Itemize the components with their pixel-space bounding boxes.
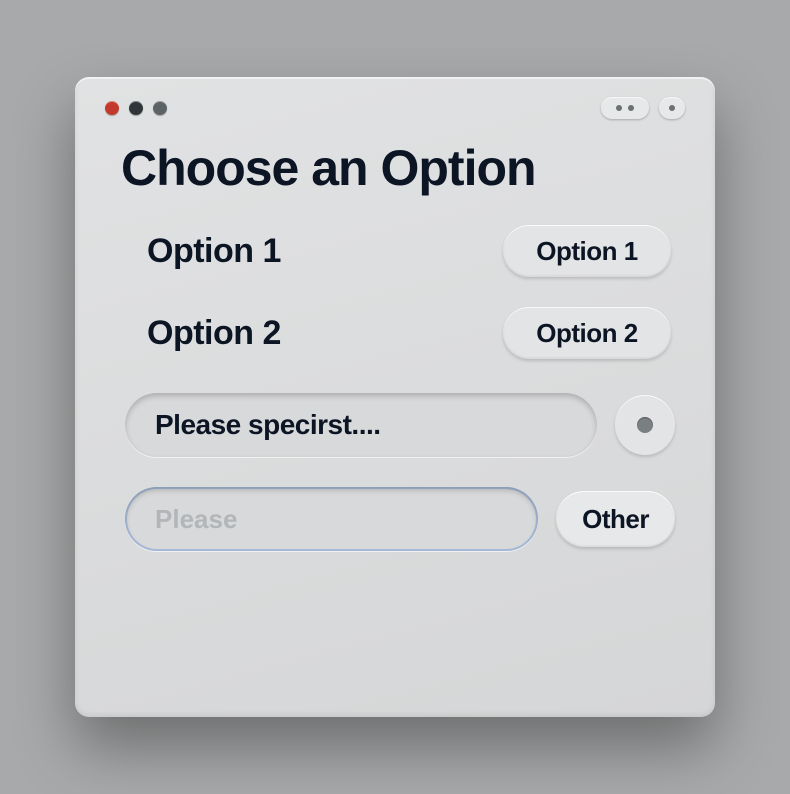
dot-icon [616,105,622,111]
dialog-window: Choose an Option Option 1 Option 1 Optio… [75,77,715,717]
content-area: Choose an Option Option 1 Option 1 Optio… [103,133,687,551]
other-row: Other [125,487,677,551]
option-row-2: Option 2 Option 2 [147,307,671,359]
option-row-1: Option 1 Option 1 [147,225,671,277]
minimize-icon[interactable] [129,101,143,115]
options-list: Option 1 Option 1 Option 2 Option 2 [125,225,677,359]
dot-icon [628,105,634,111]
close-icon[interactable] [105,101,119,115]
radio-dot-icon [637,417,653,433]
titlebar-button[interactable] [659,97,685,119]
option-1-button[interactable]: Option 1 [503,225,671,277]
option-2-label: Option 2 [147,314,281,353]
window-controls [105,101,167,115]
maximize-icon[interactable] [153,101,167,115]
titlebar-right-controls [601,97,685,119]
option-1-label: Option 1 [147,232,281,271]
specify-field[interactable]: Please specirst.... [125,393,597,457]
titlebar [103,95,687,133]
other-input[interactable] [125,487,538,551]
toggle-button[interactable] [615,395,675,455]
specify-row: Please specirst.... [125,393,677,457]
titlebar-segmented-control[interactable] [601,97,649,119]
page-title: Choose an Option [121,139,677,197]
other-button[interactable]: Other [556,491,675,547]
specify-text: Please specirst.... [155,409,381,441]
option-2-button[interactable]: Option 2 [503,307,671,359]
dot-icon [669,105,675,111]
